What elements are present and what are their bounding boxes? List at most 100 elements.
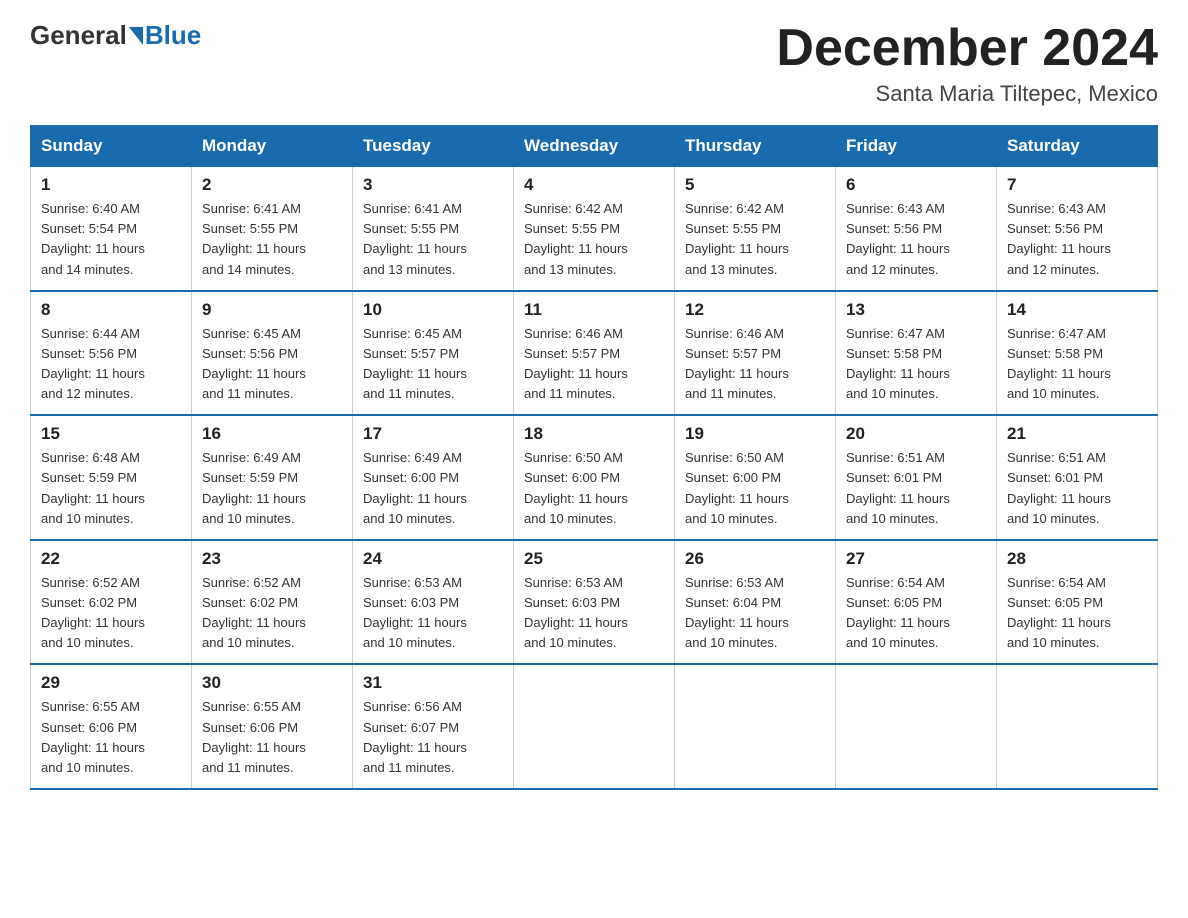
calendar-cell: 8 Sunrise: 6:44 AMSunset: 5:56 PMDaylight… <box>31 291 192 416</box>
day-info: Sunrise: 6:49 AMSunset: 5:59 PMDaylight:… <box>202 448 342 529</box>
calendar-cell: 13 Sunrise: 6:47 AMSunset: 5:58 PMDayligh… <box>836 291 997 416</box>
calendar-cell: 28 Sunrise: 6:54 AMSunset: 6:05 PMDayligh… <box>997 540 1158 665</box>
calendar-cell: 4Sunrise: 6:42 AMSunset: 5:55 PMDaylight… <box>514 167 675 291</box>
day-info: Sunrise: 6:42 AMSunset: 5:55 PMDaylight:… <box>524 199 664 280</box>
day-info: Sunrise: 6:49 AMSunset: 6:00 PMDaylight:… <box>363 448 503 529</box>
day-info: Sunrise: 6:41 AMSunset: 5:55 PMDaylight:… <box>202 199 342 280</box>
calendar-header-monday: Monday <box>192 126 353 167</box>
day-info: Sunrise: 6:48 AMSunset: 5:59 PMDaylight:… <box>41 448 181 529</box>
calendar-table: SundayMondayTuesdayWednesdayThursdayFrid… <box>30 125 1158 790</box>
calendar-header-wednesday: Wednesday <box>514 126 675 167</box>
day-info: Sunrise: 6:55 AMSunset: 6:06 PMDaylight:… <box>202 697 342 778</box>
day-number: 28 <box>1007 549 1147 569</box>
day-info: Sunrise: 6:54 AMSunset: 6:05 PMDaylight:… <box>1007 573 1147 654</box>
title-area: December 2024 Santa Maria Tiltepec, Mexi… <box>776 20 1158 107</box>
day-info: Sunrise: 6:41 AMSunset: 5:55 PMDaylight:… <box>363 199 503 280</box>
calendar-cell: 19Sunrise: 6:50 AMSunset: 6:00 PMDayligh… <box>675 415 836 540</box>
calendar-cell: 23 Sunrise: 6:52 AMSunset: 6:02 PMDayligh… <box>192 540 353 665</box>
calendar-cell: 31 Sunrise: 6:56 AMSunset: 6:07 PMDayligh… <box>353 664 514 789</box>
calendar-header-tuesday: Tuesday <box>353 126 514 167</box>
calendar-cell: 20Sunrise: 6:51 AMSunset: 6:01 PMDayligh… <box>836 415 997 540</box>
day-number: 26 <box>685 549 825 569</box>
day-info: Sunrise: 6:40 AMSunset: 5:54 PMDaylight:… <box>41 199 181 280</box>
day-number: 9 <box>202 300 342 320</box>
calendar-week-row-1: 1 Sunrise: 6:40 AMSunset: 5:54 PMDaylight… <box>31 167 1158 291</box>
calendar-cell: 22Sunrise: 6:52 AMSunset: 6:02 PMDayligh… <box>31 540 192 665</box>
day-number: 17 <box>363 424 503 444</box>
logo-blue-text: Blue <box>145 20 201 51</box>
calendar-cell: 10 Sunrise: 6:45 AMSunset: 5:57 PMDayligh… <box>353 291 514 416</box>
calendar-week-row-5: 29 Sunrise: 6:55 AMSunset: 6:06 PMDayligh… <box>31 664 1158 789</box>
day-number: 10 <box>363 300 503 320</box>
day-info: Sunrise: 6:51 AMSunset: 6:01 PMDaylight:… <box>1007 448 1147 529</box>
calendar-cell: 16 Sunrise: 6:49 AMSunset: 5:59 PMDayligh… <box>192 415 353 540</box>
day-number: 25 <box>524 549 664 569</box>
day-info: Sunrise: 6:53 AMSunset: 6:04 PMDaylight:… <box>685 573 825 654</box>
calendar-header-row: SundayMondayTuesdayWednesdayThursdayFrid… <box>31 126 1158 167</box>
calendar-cell: 6Sunrise: 6:43 AMSunset: 5:56 PMDaylight… <box>836 167 997 291</box>
calendar-week-row-3: 15 Sunrise: 6:48 AMSunset: 5:59 PMDayligh… <box>31 415 1158 540</box>
day-number: 3 <box>363 175 503 195</box>
calendar-cell: 18Sunrise: 6:50 AMSunset: 6:00 PMDayligh… <box>514 415 675 540</box>
calendar-cell: 26 Sunrise: 6:53 AMSunset: 6:04 PMDayligh… <box>675 540 836 665</box>
day-info: Sunrise: 6:55 AMSunset: 6:06 PMDaylight:… <box>41 697 181 778</box>
calendar-week-row-4: 22 Sunrise: 6:52 AMSunset: 6:02 PMDayligh… <box>31 540 1158 665</box>
calendar-cell: 5 Sunrise: 6:42 AMSunset: 5:55 PMDaylight… <box>675 167 836 291</box>
day-number: 21 <box>1007 424 1147 444</box>
day-number: 20 <box>846 424 986 444</box>
calendar-cell <box>836 664 997 789</box>
day-info: Sunrise: 6:53 AMSunset: 6:03 PMDaylight:… <box>363 573 503 654</box>
calendar-cell: 3 Sunrise: 6:41 AMSunset: 5:55 PMDaylight… <box>353 167 514 291</box>
day-number: 12 <box>685 300 825 320</box>
calendar-cell: 30 Sunrise: 6:55 AMSunset: 6:06 PMDayligh… <box>192 664 353 789</box>
calendar-week-row-2: 8 Sunrise: 6:44 AMSunset: 5:56 PMDaylight… <box>31 291 1158 416</box>
day-number: 22 <box>41 549 181 569</box>
day-info: Sunrise: 6:47 AMSunset: 5:58 PMDaylight:… <box>1007 324 1147 405</box>
day-number: 29 <box>41 673 181 693</box>
day-info: Sunrise: 6:47 AMSunset: 5:58 PMDaylight:… <box>846 324 986 405</box>
day-number: 6 <box>846 175 986 195</box>
day-info: Sunrise: 6:46 AMSunset: 5:57 PMDaylight:… <box>685 324 825 405</box>
day-number: 1 <box>41 175 181 195</box>
day-info: Sunrise: 6:52 AMSunset: 6:02 PMDaylight:… <box>202 573 342 654</box>
day-info: Sunrise: 6:42 AMSunset: 5:55 PMDaylight:… <box>685 199 825 280</box>
day-number: 15 <box>41 424 181 444</box>
calendar-header-friday: Friday <box>836 126 997 167</box>
calendar-cell <box>997 664 1158 789</box>
day-info: Sunrise: 6:44 AMSunset: 5:56 PMDaylight:… <box>41 324 181 405</box>
logo-general-text: General <box>30 20 127 51</box>
day-info: Sunrise: 6:54 AMSunset: 6:05 PMDaylight:… <box>846 573 986 654</box>
day-number: 7 <box>1007 175 1147 195</box>
logo: General Blue <box>30 20 201 51</box>
day-info: Sunrise: 6:53 AMSunset: 6:03 PMDaylight:… <box>524 573 664 654</box>
day-info: Sunrise: 6:46 AMSunset: 5:57 PMDaylight:… <box>524 324 664 405</box>
day-number: 2 <box>202 175 342 195</box>
calendar-cell <box>514 664 675 789</box>
day-number: 8 <box>41 300 181 320</box>
calendar-cell: 14Sunrise: 6:47 AMSunset: 5:58 PMDayligh… <box>997 291 1158 416</box>
day-number: 19 <box>685 424 825 444</box>
day-info: Sunrise: 6:45 AMSunset: 5:57 PMDaylight:… <box>363 324 503 405</box>
day-info: Sunrise: 6:45 AMSunset: 5:56 PMDaylight:… <box>202 324 342 405</box>
calendar-cell: 29 Sunrise: 6:55 AMSunset: 6:06 PMDayligh… <box>31 664 192 789</box>
calendar-cell: 7 Sunrise: 6:43 AMSunset: 5:56 PMDaylight… <box>997 167 1158 291</box>
day-number: 13 <box>846 300 986 320</box>
calendar-cell: 27Sunrise: 6:54 AMSunset: 6:05 PMDayligh… <box>836 540 997 665</box>
day-number: 30 <box>202 673 342 693</box>
day-info: Sunrise: 6:50 AMSunset: 6:00 PMDaylight:… <box>524 448 664 529</box>
calendar-cell: 1 Sunrise: 6:40 AMSunset: 5:54 PMDaylight… <box>31 167 192 291</box>
location-title: Santa Maria Tiltepec, Mexico <box>776 81 1158 107</box>
day-number: 23 <box>202 549 342 569</box>
calendar-header-saturday: Saturday <box>997 126 1158 167</box>
calendar-header-sunday: Sunday <box>31 126 192 167</box>
day-info: Sunrise: 6:43 AMSunset: 5:56 PMDaylight:… <box>1007 199 1147 280</box>
day-number: 16 <box>202 424 342 444</box>
day-number: 5 <box>685 175 825 195</box>
calendar-cell: 17 Sunrise: 6:49 AMSunset: 6:00 PMDayligh… <box>353 415 514 540</box>
calendar-cell: 9 Sunrise: 6:45 AMSunset: 5:56 PMDaylight… <box>192 291 353 416</box>
calendar-cell: 15 Sunrise: 6:48 AMSunset: 5:59 PMDayligh… <box>31 415 192 540</box>
calendar-cell: 2 Sunrise: 6:41 AMSunset: 5:55 PMDaylight… <box>192 167 353 291</box>
day-number: 24 <box>363 549 503 569</box>
day-info: Sunrise: 6:56 AMSunset: 6:07 PMDaylight:… <box>363 697 503 778</box>
day-number: 31 <box>363 673 503 693</box>
